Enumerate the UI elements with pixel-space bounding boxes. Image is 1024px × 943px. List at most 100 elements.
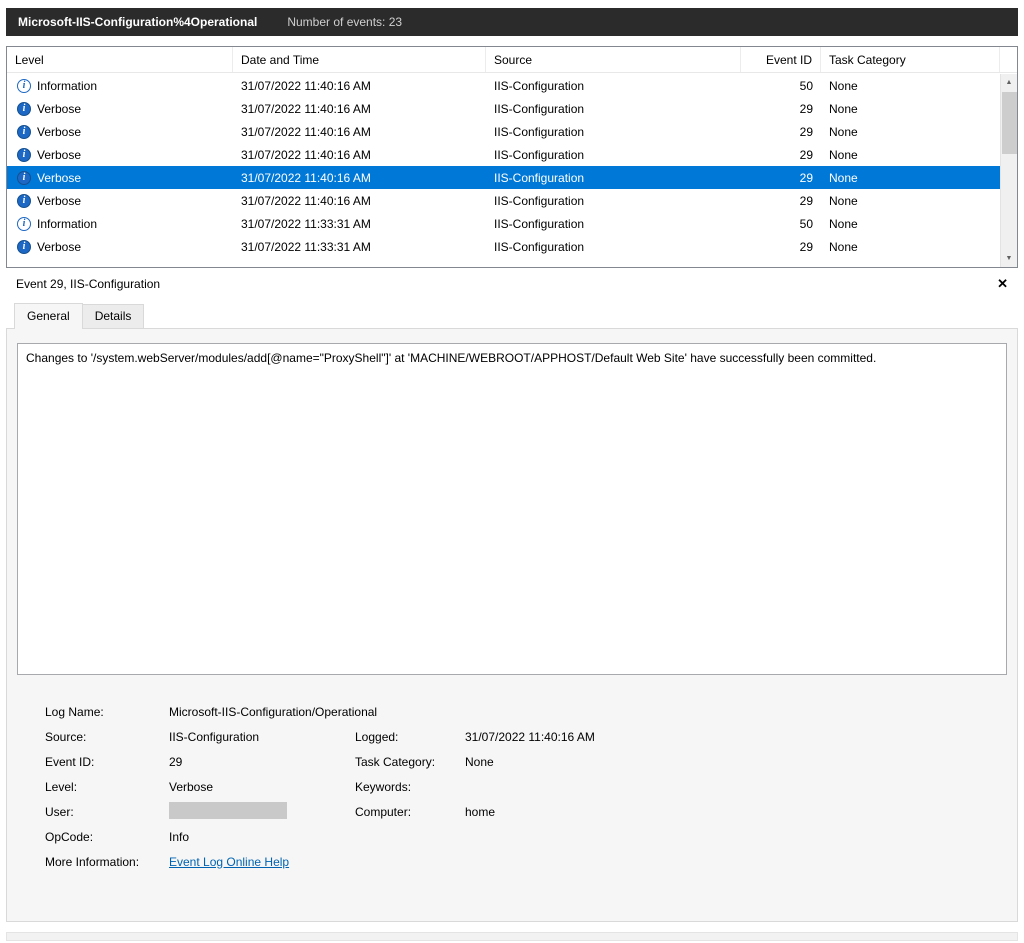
source-cell: IIS-Configuration xyxy=(486,194,741,208)
user-label: User: xyxy=(45,805,169,819)
table-row[interactable]: i Information 31/07/2022 11:40:16 AMIIS-Co… xyxy=(7,74,1000,97)
source-cell: IIS-Configuration xyxy=(486,217,741,231)
task-category-label: Task Category: xyxy=(355,755,465,769)
information-icon: i xyxy=(17,79,31,93)
datetime-cell: 31/07/2022 11:40:16 AM xyxy=(233,194,486,208)
level-cell: Verbose xyxy=(37,240,81,254)
event-id-cell: 29 xyxy=(741,194,821,208)
task-category-cell: None xyxy=(821,79,1000,93)
scroll-up-icon[interactable]: ▲ xyxy=(1001,74,1017,91)
verbose-icon: i xyxy=(17,102,31,116)
source-value: IIS-Configuration xyxy=(169,730,355,744)
task-category-cell: None xyxy=(821,217,1000,231)
level-cell: Verbose xyxy=(37,102,81,116)
column-header-source[interactable]: Source xyxy=(486,47,741,72)
source-cell: IIS-Configuration xyxy=(486,125,741,139)
event-table-body: iInformation31/07/2022 11:40:16 AMIIS-Co… xyxy=(7,74,1000,267)
field-row-source: Source: IIS-Configuration Logged: 31/07/… xyxy=(45,724,1007,749)
scroll-down-icon[interactable]: ▼ xyxy=(1001,250,1017,267)
detail-header: Event 29, IIS-Configuration ✕ xyxy=(6,272,1018,296)
table-row[interactable]: i Verbose 31/07/2022 11:40:16 AMIIS-Config… xyxy=(7,189,1000,212)
user-redacted-value xyxy=(169,802,287,819)
source-cell: IIS-Configuration xyxy=(486,171,741,185)
level-cell: Information xyxy=(37,79,97,93)
level-cell: Verbose xyxy=(37,194,81,208)
table-header: Level Date and Time Source Event ID Task… xyxy=(7,47,1017,73)
source-cell: IIS-Configuration xyxy=(486,102,741,116)
column-header-datetime[interactable]: Date and Time xyxy=(233,47,486,72)
log-name-label: Log Name: xyxy=(45,705,169,719)
keywords-label: Keywords: xyxy=(355,780,465,794)
tab-general[interactable]: General xyxy=(14,303,83,328)
log-name-value: Microsoft-IIS-Configuration/Operational xyxy=(169,705,1007,719)
source-cell: IIS-Configuration xyxy=(486,79,741,93)
table-row[interactable]: i Verbose 31/07/2022 11:33:31 AMIIS-Config… xyxy=(7,235,1000,258)
log-title-bar: Microsoft-IIS-Configuration%4Operational… xyxy=(6,8,1018,36)
event-id-value: 29 xyxy=(169,755,355,769)
event-id-label: Event ID: xyxy=(45,755,169,769)
vertical-scrollbar[interactable]: ▲ ▼ xyxy=(1000,74,1017,267)
column-header-level[interactable]: Level xyxy=(7,47,233,72)
level-cell: Information xyxy=(37,217,97,231)
table-row[interactable]: iVerbose31/07/2022 11:40:16 AMIIS-Config… xyxy=(7,166,1000,189)
source-label: Source: xyxy=(45,730,169,744)
datetime-cell: 31/07/2022 11:40:16 AM xyxy=(233,125,486,139)
verbose-icon: i xyxy=(17,148,31,162)
datetime-cell: 31/07/2022 11:33:31 AM xyxy=(233,240,486,254)
information-icon: i xyxy=(17,217,31,231)
computer-value: home xyxy=(465,805,1007,819)
event-fields: Log Name: Microsoft-IIS-Configuration/Op… xyxy=(45,699,1007,874)
task-category-cell: None xyxy=(821,148,1000,162)
column-header-task-category[interactable]: Task Category xyxy=(821,47,1000,72)
datetime-cell: 31/07/2022 11:40:16 AM xyxy=(233,102,486,116)
logged-label: Logged: xyxy=(355,730,465,744)
close-icon[interactable]: ✕ xyxy=(997,276,1008,292)
event-id-cell: 29 xyxy=(741,171,821,185)
logged-value: 31/07/2022 11:40:16 AM xyxy=(465,730,1007,744)
opcode-value: Info xyxy=(169,830,355,844)
event-id-cell: 50 xyxy=(741,217,821,231)
detail-title: Event 29, IIS-Configuration xyxy=(16,277,160,291)
datetime-cell: 31/07/2022 11:33:31 AM xyxy=(233,217,486,231)
level-label: Level: xyxy=(45,780,169,794)
event-id-cell: 29 xyxy=(741,102,821,116)
datetime-cell: 31/07/2022 11:40:16 AM xyxy=(233,148,486,162)
column-header-event-id[interactable]: Event ID xyxy=(741,47,821,72)
table-row[interactable]: iVerbose31/07/2022 11:40:16 AMIIS-Config… xyxy=(7,143,1000,166)
source-cell: IIS-Configuration xyxy=(486,240,741,254)
datetime-cell: 31/07/2022 11:40:16 AM xyxy=(233,79,486,93)
table-row[interactable]: iVerbose31/07/2022 11:40:16 AMIIS-Config… xyxy=(7,120,1000,143)
opcode-label: OpCode: xyxy=(45,830,169,844)
task-category-cell: None xyxy=(821,240,1000,254)
more-information-label: More Information: xyxy=(45,855,169,869)
event-count: Number of events: 23 xyxy=(287,15,402,29)
event-id-cell: 29 xyxy=(741,240,821,254)
scrollbar-thumb[interactable] xyxy=(1002,92,1017,154)
task-category-cell: None xyxy=(821,125,1000,139)
task-category-cell: None xyxy=(821,171,1000,185)
task-category-value: None xyxy=(465,755,1007,769)
event-message: Changes to '/system.webServer/modules/ad… xyxy=(17,343,1007,675)
event-id-cell: 50 xyxy=(741,79,821,93)
task-category-cell: None xyxy=(821,194,1000,208)
tab-details[interactable]: Details xyxy=(83,304,145,328)
task-category-cell: None xyxy=(821,102,1000,116)
level-cell: Verbose xyxy=(37,125,81,139)
verbose-icon: i xyxy=(17,240,31,254)
detail-tabs: General Details xyxy=(14,304,1018,328)
field-row-event-id: Event ID: 29 Task Category: None xyxy=(45,749,1007,774)
general-tab-panel: Changes to '/system.webServer/modules/ad… xyxy=(6,328,1018,922)
log-title: Microsoft-IIS-Configuration%4Operational xyxy=(18,15,257,29)
event-table: Level Date and Time Source Event ID Task… xyxy=(6,46,1018,268)
event-log-online-help-link[interactable]: Event Log Online Help xyxy=(169,855,289,869)
event-id-cell: 29 xyxy=(741,125,821,139)
verbose-icon: i xyxy=(17,171,31,185)
field-row-log-name: Log Name: Microsoft-IIS-Configuration/Op… xyxy=(45,699,1007,724)
horizontal-scrollbar[interactable] xyxy=(6,932,1018,941)
table-row[interactable]: i Information 31/07/2022 11:33:31 AMIIS-Co… xyxy=(7,212,1000,235)
table-row[interactable]: i Verbose 31/07/2022 11:40:16 AMIIS-Config… xyxy=(7,97,1000,120)
event-detail-pane: Event 29, IIS-Configuration ✕ General De… xyxy=(6,272,1018,928)
verbose-icon: i xyxy=(17,194,31,208)
field-row-more-information: More Information: Event Log Online Help xyxy=(45,849,1007,874)
source-cell: IIS-Configuration xyxy=(486,148,741,162)
